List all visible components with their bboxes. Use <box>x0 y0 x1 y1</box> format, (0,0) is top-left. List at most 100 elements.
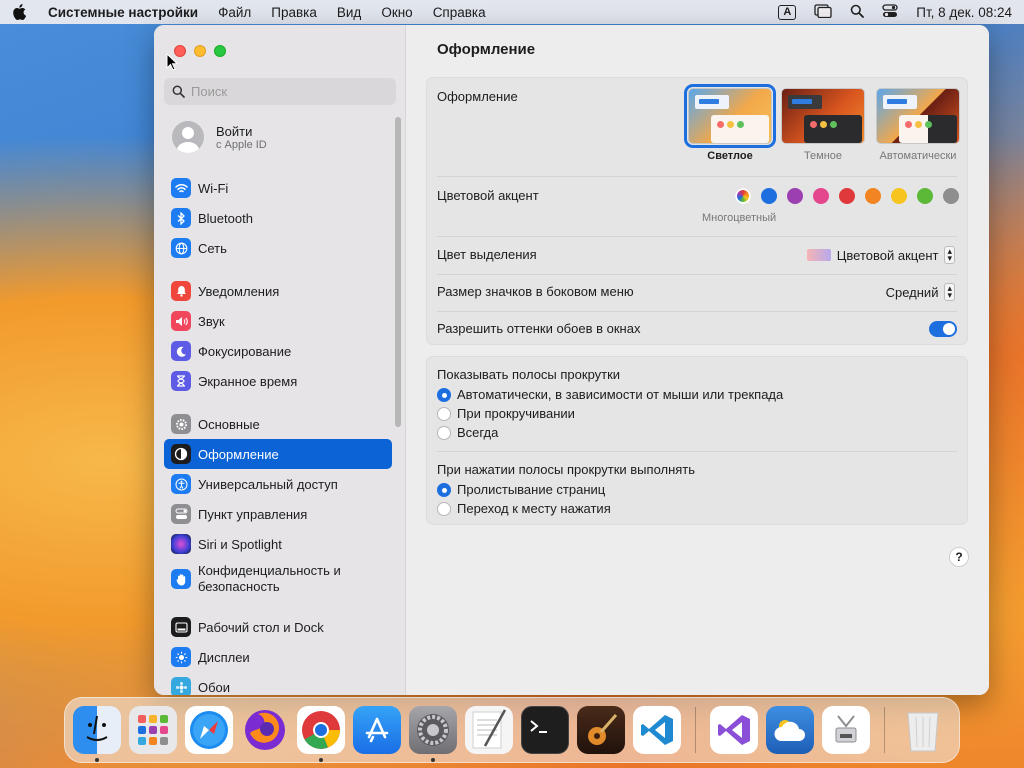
accent-multicolor-swatch[interactable] <box>735 188 751 204</box>
apple-id-signin[interactable]: Войти с Apple ID <box>164 115 392 159</box>
dock-chrome[interactable] <box>297 706 345 762</box>
dock-safari[interactable] <box>185 706 233 754</box>
theme-auto-option[interactable]: Автоматически <box>871 88 965 162</box>
sidebar-item-sound[interactable]: Звук <box>164 306 392 336</box>
sidebar-item-wifi[interactable]: Wi-Fi <box>164 173 392 203</box>
dock-app-store[interactable] <box>353 706 401 754</box>
scrollbars-always-radio[interactable]: Всегда <box>437 425 498 440</box>
dock-vscode[interactable] <box>633 706 681 754</box>
chrome-icon <box>302 711 340 749</box>
sidebar-item-siri-spotlight[interactable]: Siri и Spotlight <box>164 529 392 559</box>
wallpaper-icon <box>171 677 191 695</box>
scrollbars-auto-radio[interactable]: Автоматически, в зависимости от мыши или… <box>437 387 783 402</box>
sidebar-item-bluetooth[interactable]: Bluetooth <box>164 203 392 233</box>
sidebar-item-wallpaper[interactable]: Обои <box>164 672 392 695</box>
dock-textedit[interactable] <box>465 706 513 754</box>
highlight-color-popup[interactable]: Цветовой акцент ▴ ▾ <box>806 246 955 264</box>
theme-auto-thumbnail <box>876 88 960 144</box>
sidebar-item-label: Звук <box>198 313 225 329</box>
terminal-icon <box>530 720 547 733</box>
zoom-button[interactable] <box>214 45 226 57</box>
dock-system-settings[interactable] <box>409 706 457 762</box>
menu-edit[interactable]: Правка <box>271 5 317 20</box>
dock-launchpad[interactable] <box>129 706 177 754</box>
menu-window[interactable]: Окно <box>381 5 412 20</box>
accent-red-swatch[interactable] <box>839 188 855 204</box>
dock-visual-studio[interactable] <box>710 706 758 754</box>
radio-selected-icon <box>437 482 451 497</box>
dock-garageband[interactable] <box>577 706 625 754</box>
accent-yellow-swatch[interactable] <box>891 188 907 204</box>
dock-terminal[interactable] <box>521 706 569 754</box>
theme-auto-label: Автоматически <box>879 150 957 162</box>
theme-dark-option[interactable]: Темное <box>780 88 866 162</box>
gear-icon <box>417 714 449 746</box>
sidebar: Поиск Войти с Apple ID Wi-Fi Bluetooth С… <box>154 25 406 695</box>
search-input[interactable]: Поиск <box>164 78 396 105</box>
radio-unselected-icon <box>437 406 451 421</box>
accessibility-icon <box>171 474 191 494</box>
accent-green-swatch[interactable] <box>917 188 933 204</box>
window-icon[interactable] <box>814 3 832 21</box>
dock-icon <box>171 617 191 637</box>
apple-menu-icon[interactable] <box>12 4 28 20</box>
dock-finder[interactable] <box>73 706 121 762</box>
speaker-icon <box>171 311 191 331</box>
accent-selected-name: Многоцветный <box>702 212 777 224</box>
sidebar-item-focus[interactable]: Фокусирование <box>164 336 392 366</box>
control-center-icon[interactable] <box>882 3 898 21</box>
help-button[interactable]: ? <box>949 547 969 567</box>
accent-purple-swatch[interactable] <box>787 188 803 204</box>
sidebar-item-network[interactable]: Сеть <box>164 233 392 263</box>
sidebar-item-label: Конфиденциальность и безопасность <box>198 563 341 594</box>
radio-selected-icon <box>437 387 451 402</box>
accent-color-swatches <box>735 188 959 204</box>
input-source-indicator[interactable]: A <box>778 4 797 20</box>
minimize-button[interactable] <box>194 45 206 57</box>
bell-icon <box>171 281 191 301</box>
appearance-label: Оформление <box>437 89 518 104</box>
sidebar-item-label: Основные <box>198 416 260 432</box>
accent-pink-swatch[interactable] <box>813 188 829 204</box>
jump-to-spot-radio[interactable]: Переход к месту нажатия <box>437 501 611 516</box>
sidebar-item-label: Экранное время <box>198 373 298 389</box>
theme-light-option[interactable]: Светлое <box>684 84 776 162</box>
sidebar-item-desktop-dock[interactable]: Рабочий стол и Dock <box>164 612 392 642</box>
sidebar-item-control-center[interactable]: Пункт управления <box>164 499 392 529</box>
clock-datetime[interactable]: Пт, 8 дек. 08:24 <box>916 5 1012 20</box>
accent-orange-swatch[interactable] <box>865 188 881 204</box>
sidebar-item-accessibility[interactable]: Универсальный доступ <box>164 469 392 499</box>
sidebar-icon-size-popup[interactable]: Средний ▴ ▾ <box>886 283 955 301</box>
scrollbars-when-scrolling-radio[interactable]: При прокручивании <box>437 406 575 421</box>
dock-weather[interactable] <box>766 706 814 754</box>
accent-graphite-swatch[interactable] <box>943 188 959 204</box>
sidebar-item-notifications[interactable]: Уведомления <box>164 276 392 306</box>
wallpaper-tint-label: Разрешить оттенки обоев в окнах <box>437 321 641 336</box>
avatar <box>172 121 204 153</box>
menu-help[interactable]: Справка <box>433 5 486 20</box>
dock-disk-utility[interactable] <box>822 706 870 754</box>
jump-next-page-radio[interactable]: Пролистывание страниц <box>437 482 605 497</box>
account-name: Войти <box>216 123 253 139</box>
sidebar-item-label: Wi-Fi <box>198 180 229 196</box>
accent-blue-swatch[interactable] <box>761 188 777 204</box>
menu-view[interactable]: Вид <box>337 5 361 20</box>
app-name-menu[interactable]: Системные настройки <box>48 5 198 20</box>
globe-icon <box>171 238 191 258</box>
sidebar-item-general[interactable]: Основные <box>164 409 392 439</box>
sidebar-item-screen-time[interactable]: Экранное время <box>164 366 392 396</box>
sidebar-item-privacy-security[interactable]: Конфиденциальность и безопасность <box>164 559 392 599</box>
gear-icon <box>171 414 191 434</box>
wallpaper-tint-toggle[interactable] <box>929 321 957 337</box>
highlight-color-swatch <box>806 249 831 261</box>
dock-firefox[interactable] <box>241 706 289 754</box>
sidebar-scrollbar[interactable] <box>395 117 401 427</box>
spotlight-search-icon[interactable] <box>850 4 865 21</box>
sidebar-item-label: Пункт управления <box>198 506 308 522</box>
dock-trash[interactable] <box>899 706 947 754</box>
menu-file[interactable]: Файл <box>218 5 251 20</box>
theme-light-thumbnail <box>684 84 776 148</box>
sidebar-item-appearance[interactable]: Оформление <box>164 439 392 469</box>
sidebar-item-displays[interactable]: Дисплеи <box>164 642 392 672</box>
page-title: Оформление <box>437 41 536 58</box>
